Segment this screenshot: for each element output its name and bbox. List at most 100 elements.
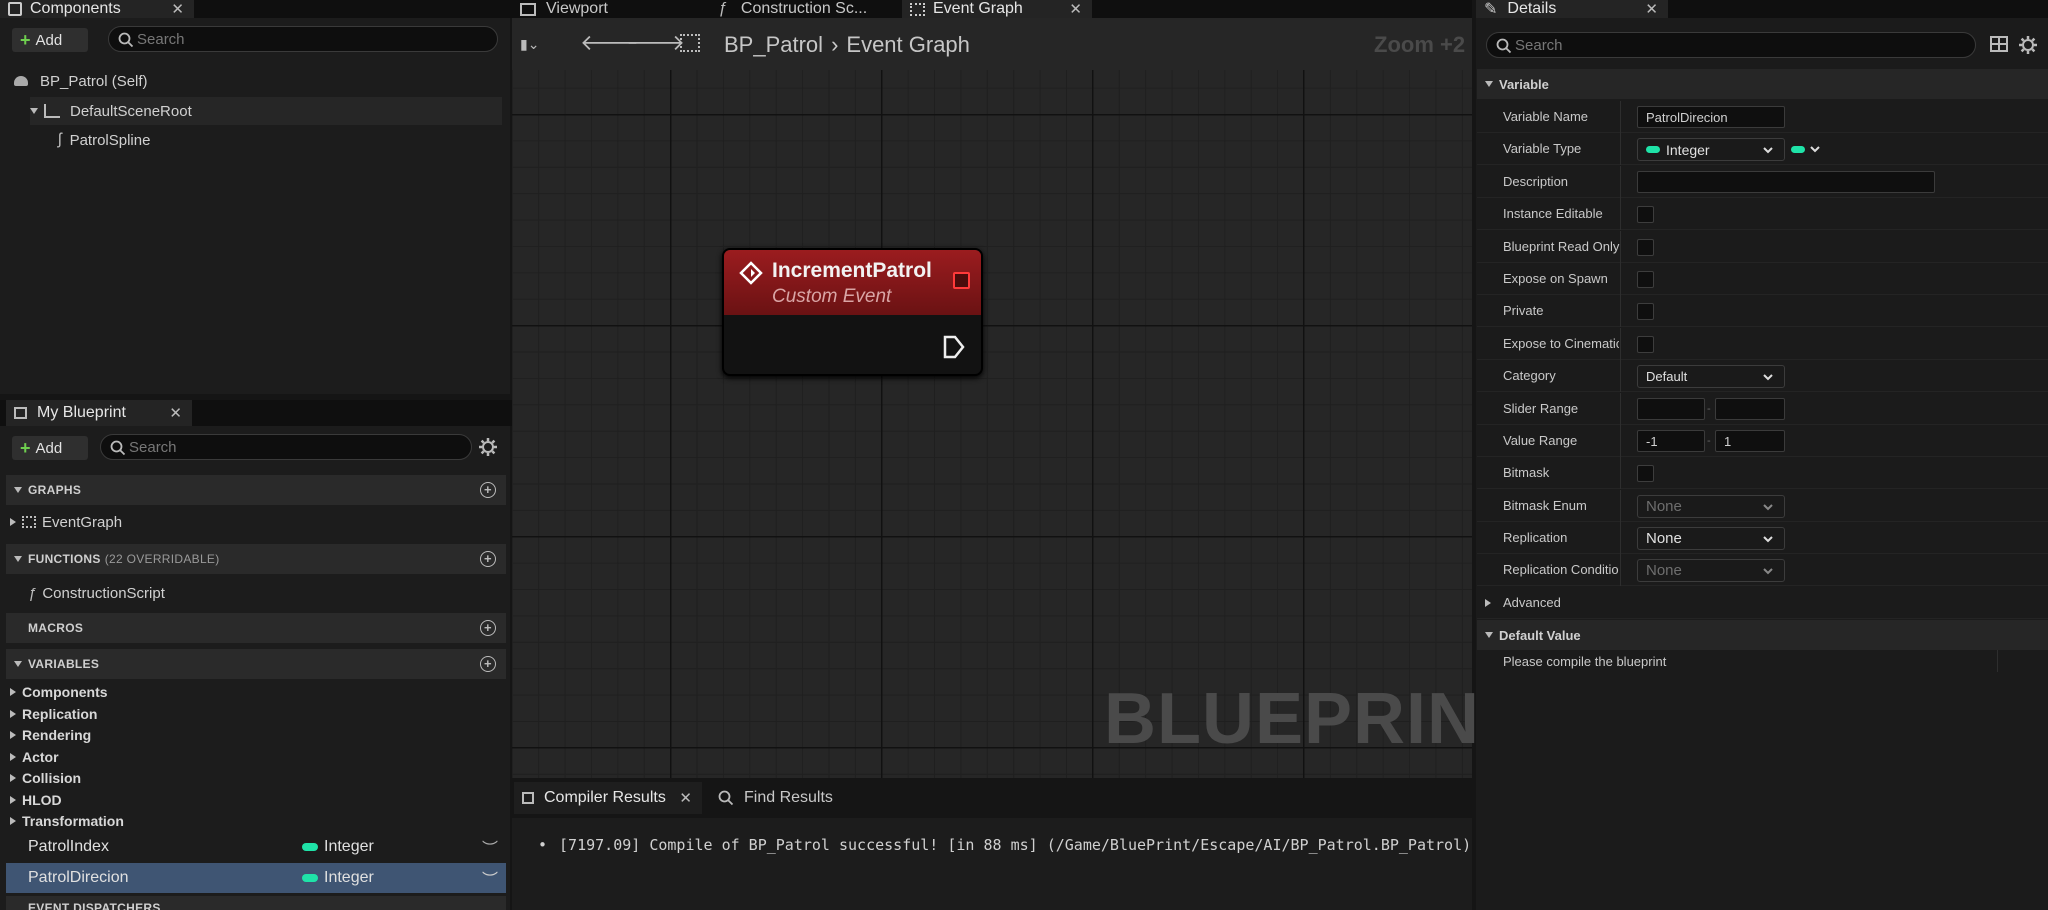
- variable-type: Integer: [324, 838, 374, 855]
- tab-event-graph-label: Event Graph: [933, 0, 1023, 17]
- var-category-actor[interactable]: Actor: [10, 746, 59, 767]
- section-variable[interactable]: Variable: [1477, 69, 2048, 99]
- chevron-right-icon: [10, 773, 16, 782]
- forward-arrow-icon[interactable]: 🡒: [626, 30, 685, 56]
- tab-compiler-results[interactable]: Compiler Results ✕: [514, 782, 702, 814]
- add-member-button[interactable]: + Add: [12, 436, 88, 460]
- tab-my-blueprint[interactable]: My Blueprint ✕: [6, 400, 192, 426]
- section-macros[interactable]: MACROS +: [6, 613, 506, 643]
- value-min-input[interactable]: -1: [1637, 430, 1705, 452]
- breadcrumb-root[interactable]: BP_Patrol: [724, 32, 823, 58]
- breadcrumb-current[interactable]: Event Graph: [846, 32, 970, 58]
- var-category-collision[interactable]: Collision: [10, 767, 81, 788]
- tab-event-graph[interactable]: Event Graph ✕: [902, 0, 1092, 18]
- tab-find-results[interactable]: Find Results: [710, 782, 860, 814]
- graph-icon: [680, 34, 700, 52]
- chevron-down-icon: [1763, 568, 1773, 575]
- var-category-components[interactable]: Components: [10, 681, 108, 702]
- expose-cinematics-checkbox[interactable]: [1637, 336, 1654, 353]
- my-blueprint-search-input[interactable]: Search: [100, 434, 472, 460]
- tab-components[interactable]: Components ✕: [0, 0, 194, 18]
- function-item-label: ConstructionScript: [42, 584, 165, 602]
- private-checkbox[interactable]: [1637, 303, 1654, 320]
- container-type-dropdown[interactable]: [1791, 143, 1821, 155]
- table-view-icon[interactable]: [1990, 36, 2008, 52]
- add-function-icon[interactable]: +: [480, 551, 496, 567]
- component-spline[interactable]: ʃ PatrolSpline: [58, 126, 150, 154]
- bitmask-enum-dropdown[interactable]: None: [1637, 495, 1785, 518]
- components-icon: [8, 2, 22, 16]
- tab-details[interactable]: ✎ Details ✕: [1476, 0, 1668, 18]
- exec-pin-icon[interactable]: [942, 334, 966, 360]
- var-category-transformation[interactable]: Transformation: [10, 810, 124, 831]
- category-combobox[interactable]: Default: [1637, 365, 1785, 388]
- bitmask-checkbox[interactable]: [1637, 465, 1654, 482]
- graph-item-label: EventGraph: [42, 513, 123, 531]
- range-separator: -: [1707, 403, 1711, 415]
- plus-icon: +: [20, 29, 31, 50]
- section-event-dispatchers[interactable]: EVENT DISPATCHERS: [6, 896, 506, 910]
- value-max-input[interactable]: 1: [1715, 430, 1785, 452]
- blueprint-watermark: BLUEPRINT: [1104, 679, 1525, 759]
- component-self[interactable]: BP_Patrol (Self): [14, 67, 148, 95]
- section-default-value[interactable]: Default Value: [1477, 620, 2048, 650]
- graph-item-eventgraph[interactable]: EventGraph: [10, 508, 122, 536]
- eye-closed-icon[interactable]: ︶: [482, 835, 498, 859]
- chevron-down-icon: [14, 661, 22, 667]
- plus-icon: +: [20, 437, 31, 458]
- add-variable-icon[interactable]: +: [480, 656, 496, 672]
- row-advanced[interactable]: Advanced: [1477, 587, 2048, 619]
- bookmark-icon[interactable]: ▮⌄: [520, 36, 539, 53]
- spline-icon: ʃ: [58, 131, 62, 148]
- search-icon: [118, 32, 134, 48]
- var-category-label: Collision: [22, 769, 82, 786]
- chevron-right-icon: [10, 816, 16, 825]
- graph-canvas[interactable]: [512, 70, 1472, 778]
- range-separator: -: [1707, 435, 1711, 447]
- close-icon[interactable]: ✕: [169, 404, 182, 422]
- section-event-dispatchers-label: EVENT DISPATCHERS: [28, 901, 161, 910]
- section-graphs[interactable]: GRAPHS +: [6, 475, 506, 505]
- variable-type-dropdown[interactable]: Integer: [1637, 138, 1785, 161]
- var-category-hlod[interactable]: HLOD: [10, 789, 62, 810]
- replication-value: None: [1646, 530, 1682, 547]
- instance-editable-checkbox[interactable]: [1637, 206, 1654, 223]
- expose-spawn-checkbox[interactable]: [1637, 271, 1654, 288]
- description-input[interactable]: [1637, 171, 1935, 193]
- close-icon[interactable]: ✕: [171, 0, 184, 18]
- tab-construction-script[interactable]: ƒ Construction Sc...: [710, 0, 896, 18]
- section-functions[interactable]: FUNCTIONS (22 OVERRIDABLE) +: [6, 544, 506, 574]
- function-icon: ƒ: [718, 0, 727, 17]
- variable-name-input[interactable]: PatrolDirecion: [1637, 106, 1785, 128]
- add-component-button[interactable]: + Add: [12, 28, 88, 52]
- var-category-replication[interactable]: Replication: [10, 703, 97, 724]
- variable-row-patrolindex[interactable]: PatrolIndex Integer ︶: [6, 832, 506, 862]
- close-icon[interactable]: ✕: [1069, 0, 1082, 18]
- slider-max-input[interactable]: [1715, 398, 1785, 420]
- chevron-down-icon: [1485, 81, 1493, 87]
- add-macro-icon[interactable]: +: [480, 620, 496, 636]
- replication-condition-dropdown[interactable]: None: [1637, 559, 1785, 582]
- replication-dropdown[interactable]: None: [1637, 527, 1785, 550]
- gear-icon[interactable]: [2018, 35, 2038, 55]
- var-category-rendering[interactable]: Rendering: [10, 724, 91, 745]
- eye-closed-icon[interactable]: ︶: [482, 866, 498, 890]
- details-search-input[interactable]: Search: [1486, 32, 1976, 58]
- component-root[interactable]: DefaultSceneRoot: [30, 97, 192, 125]
- gear-icon[interactable]: [478, 437, 498, 457]
- delegate-pin-icon[interactable]: [953, 272, 970, 289]
- read-only-checkbox[interactable]: [1637, 239, 1654, 256]
- close-icon[interactable]: ✕: [679, 789, 692, 807]
- custom-event-node[interactable]: IncrementPatrol Custom Event: [722, 248, 983, 376]
- function-item-constructionscript[interactable]: ƒ ConstructionScript: [28, 579, 165, 607]
- add-graph-icon[interactable]: +: [480, 482, 496, 498]
- slider-min-input[interactable]: [1637, 398, 1705, 420]
- variable-row-patroldirecion[interactable]: PatrolDirecion Integer ︶: [6, 863, 506, 893]
- section-variables[interactable]: VARIABLES +: [6, 649, 506, 679]
- tab-my-blueprint-label: My Blueprint: [37, 404, 126, 421]
- actor-icon: [14, 76, 28, 86]
- tab-viewport[interactable]: Viewport: [512, 0, 692, 18]
- components-search-input[interactable]: Search: [108, 26, 498, 52]
- close-icon[interactable]: ✕: [1645, 0, 1658, 18]
- label-bitmask-enum: Bitmask Enum: [1503, 498, 1587, 513]
